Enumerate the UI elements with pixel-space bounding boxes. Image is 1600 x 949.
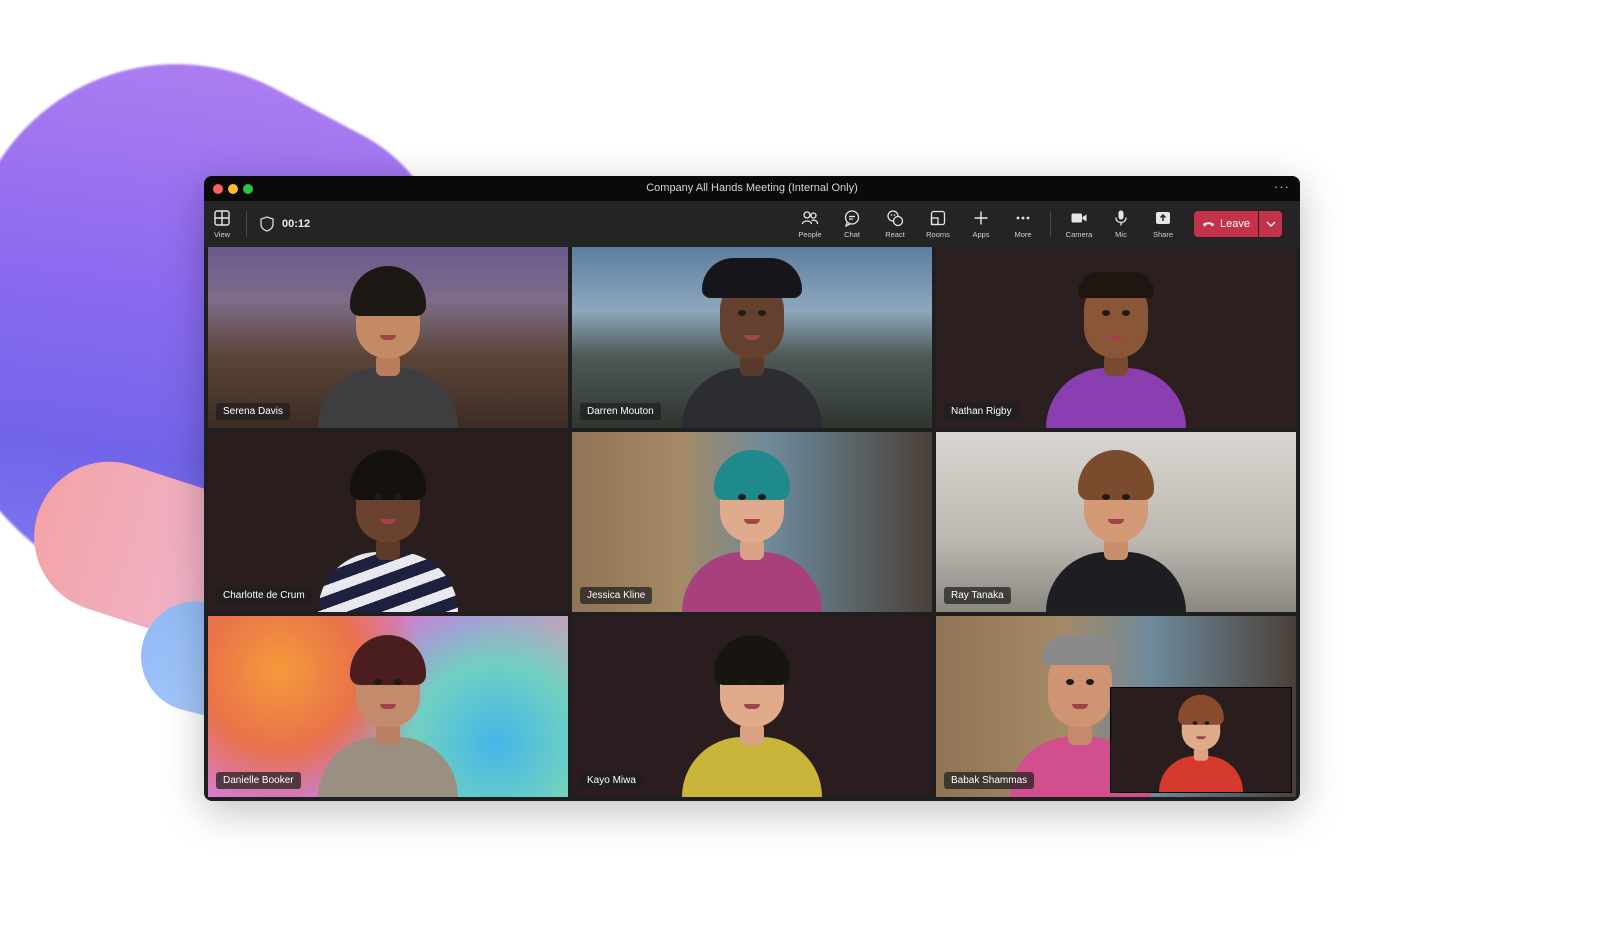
leave-button[interactable]: Leave (1194, 211, 1258, 237)
apps-label: Apps (972, 230, 990, 239)
participant-name: Jessica Kline (580, 587, 653, 605)
chat-button[interactable]: Chat (832, 205, 872, 243)
self-view-thumbnail[interactable] (1110, 687, 1292, 793)
participant-tile[interactable]: Jessica Kline (572, 431, 932, 613)
participant-name: Danielle Booker (216, 772, 301, 789)
participant-tile[interactable]: Kayo Miwa (572, 616, 932, 797)
participant-tile[interactable]: Darren Mouton (572, 247, 932, 428)
mic-icon (1115, 210, 1127, 226)
share-icon (1156, 212, 1170, 224)
people-icon (801, 211, 819, 225)
participant-tile[interactable]: Babak Shammas (936, 616, 1296, 797)
chat-icon (844, 210, 860, 227)
grid-view-icon (214, 210, 230, 226)
view-button[interactable]: View (204, 205, 242, 243)
shield-icon (260, 216, 274, 232)
toolbar-divider (1050, 211, 1051, 237)
avatar (1036, 442, 1196, 613)
avatar (672, 257, 832, 428)
participant-grid: Serena Davis Darren Mouton Nathan Rigby … (208, 247, 1296, 797)
react-button[interactable]: React (875, 205, 915, 243)
camera-label: Camera (1065, 230, 1093, 239)
participant-name: Nathan Rigby (944, 402, 1019, 420)
mic-label: Mic (1115, 230, 1127, 239)
self-avatar (1153, 690, 1249, 792)
mic-button[interactable]: Mic (1101, 205, 1141, 243)
camera-button[interactable]: Camera (1059, 205, 1099, 243)
window-title: Company All Hands Meeting (Internal Only… (646, 182, 858, 194)
rooms-label: Rooms (926, 230, 950, 239)
participant-tile[interactable]: Serena Davis (208, 247, 568, 428)
window-more-icon[interactable]: ··· (1274, 179, 1290, 194)
avatar (1036, 258, 1196, 428)
leave-options-button[interactable] (1259, 211, 1282, 237)
participant-name: Serena Davis (216, 402, 291, 420)
share-label: Share (1152, 230, 1173, 239)
participant-name: Kayo Miwa (580, 772, 643, 789)
avatar (308, 627, 468, 797)
avatar (672, 442, 832, 613)
participant-tile[interactable]: Danielle Booker (208, 616, 568, 797)
rooms-icon (930, 210, 946, 226)
title-bar: Company All Hands Meeting (Internal Only… (204, 176, 1300, 201)
participant-name: Charlotte de Crum (216, 587, 312, 605)
meeting-window: Company All Hands Meeting (Internal Only… (204, 176, 1300, 801)
share-button[interactable]: Share (1143, 205, 1183, 243)
participant-tile[interactable]: Ray Tanaka (936, 431, 1296, 613)
more-label: More (1014, 230, 1032, 239)
chat-label: Chat (844, 230, 860, 239)
avatar (308, 258, 468, 428)
react-icon (887, 210, 904, 227)
participant-name: Babak Shammas (944, 772, 1035, 789)
view-label: View (213, 230, 231, 239)
chevron-down-icon (1266, 221, 1275, 227)
apps-button[interactable]: Apps (961, 205, 1001, 243)
participant-tile[interactable]: Nathan Rigby (936, 247, 1296, 428)
meeting-timer: 00:12 (282, 218, 311, 230)
more-button[interactable]: More (1003, 205, 1043, 243)
participant-name: Ray Tanaka (944, 587, 1011, 605)
participant-tile[interactable]: Charlotte de Crum (208, 431, 568, 613)
plus-icon (974, 211, 988, 225)
people-label: People (798, 230, 822, 239)
rooms-button[interactable]: Rooms (918, 205, 958, 243)
avatar (672, 627, 832, 797)
avatar (308, 442, 468, 613)
camera-icon (1071, 213, 1087, 223)
ellipsis-icon (1016, 216, 1030, 220)
phone-hangup-icon (1203, 222, 1214, 227)
leave-label: Leave (1220, 218, 1250, 230)
react-label: React (885, 230, 905, 239)
meeting-toolbar: View 00:12 People Chat React Rooms Apps … (204, 201, 1300, 247)
participant-name: Darren Mouton (580, 402, 661, 420)
toolbar-divider (246, 211, 247, 237)
people-button[interactable]: People (790, 205, 830, 243)
